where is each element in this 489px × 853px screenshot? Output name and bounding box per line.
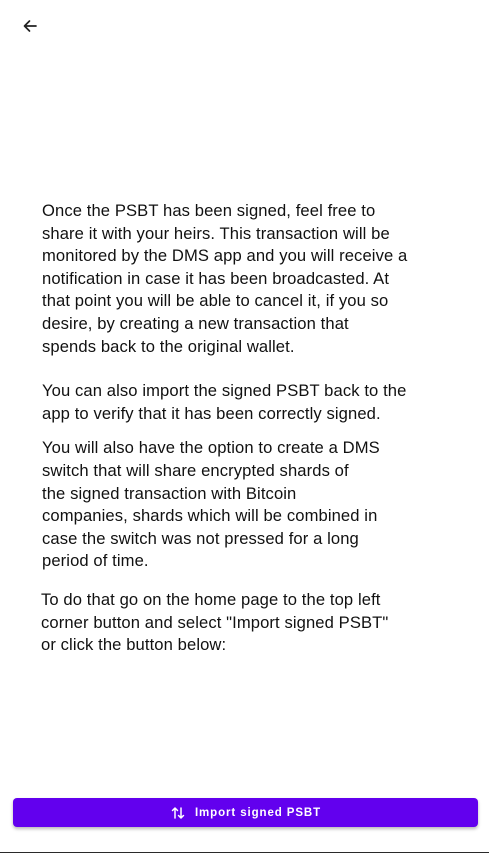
paragraph-dms-switch: You will also have the option to create … [42, 438, 380, 571]
paragraph-psbt-signed: Once the PSBT has been signed, feel free… [42, 201, 408, 356]
back-button[interactable] [16, 12, 44, 40]
instructions-text: Once the PSBT has been signed, feel free… [41, 200, 452, 657]
arrow-left-icon [23, 20, 37, 32]
import-button-label: Import signed PSBT [194, 806, 322, 819]
paragraph-import-verify: You can also import the signed PSBT back… [42, 381, 407, 423]
import-signed-psbt-button[interactable]: Import signed PSBT [13, 798, 478, 827]
paragraph-how-to: To do that go on the home page to the to… [41, 589, 389, 655]
swap-vertical-icon [170, 805, 186, 821]
